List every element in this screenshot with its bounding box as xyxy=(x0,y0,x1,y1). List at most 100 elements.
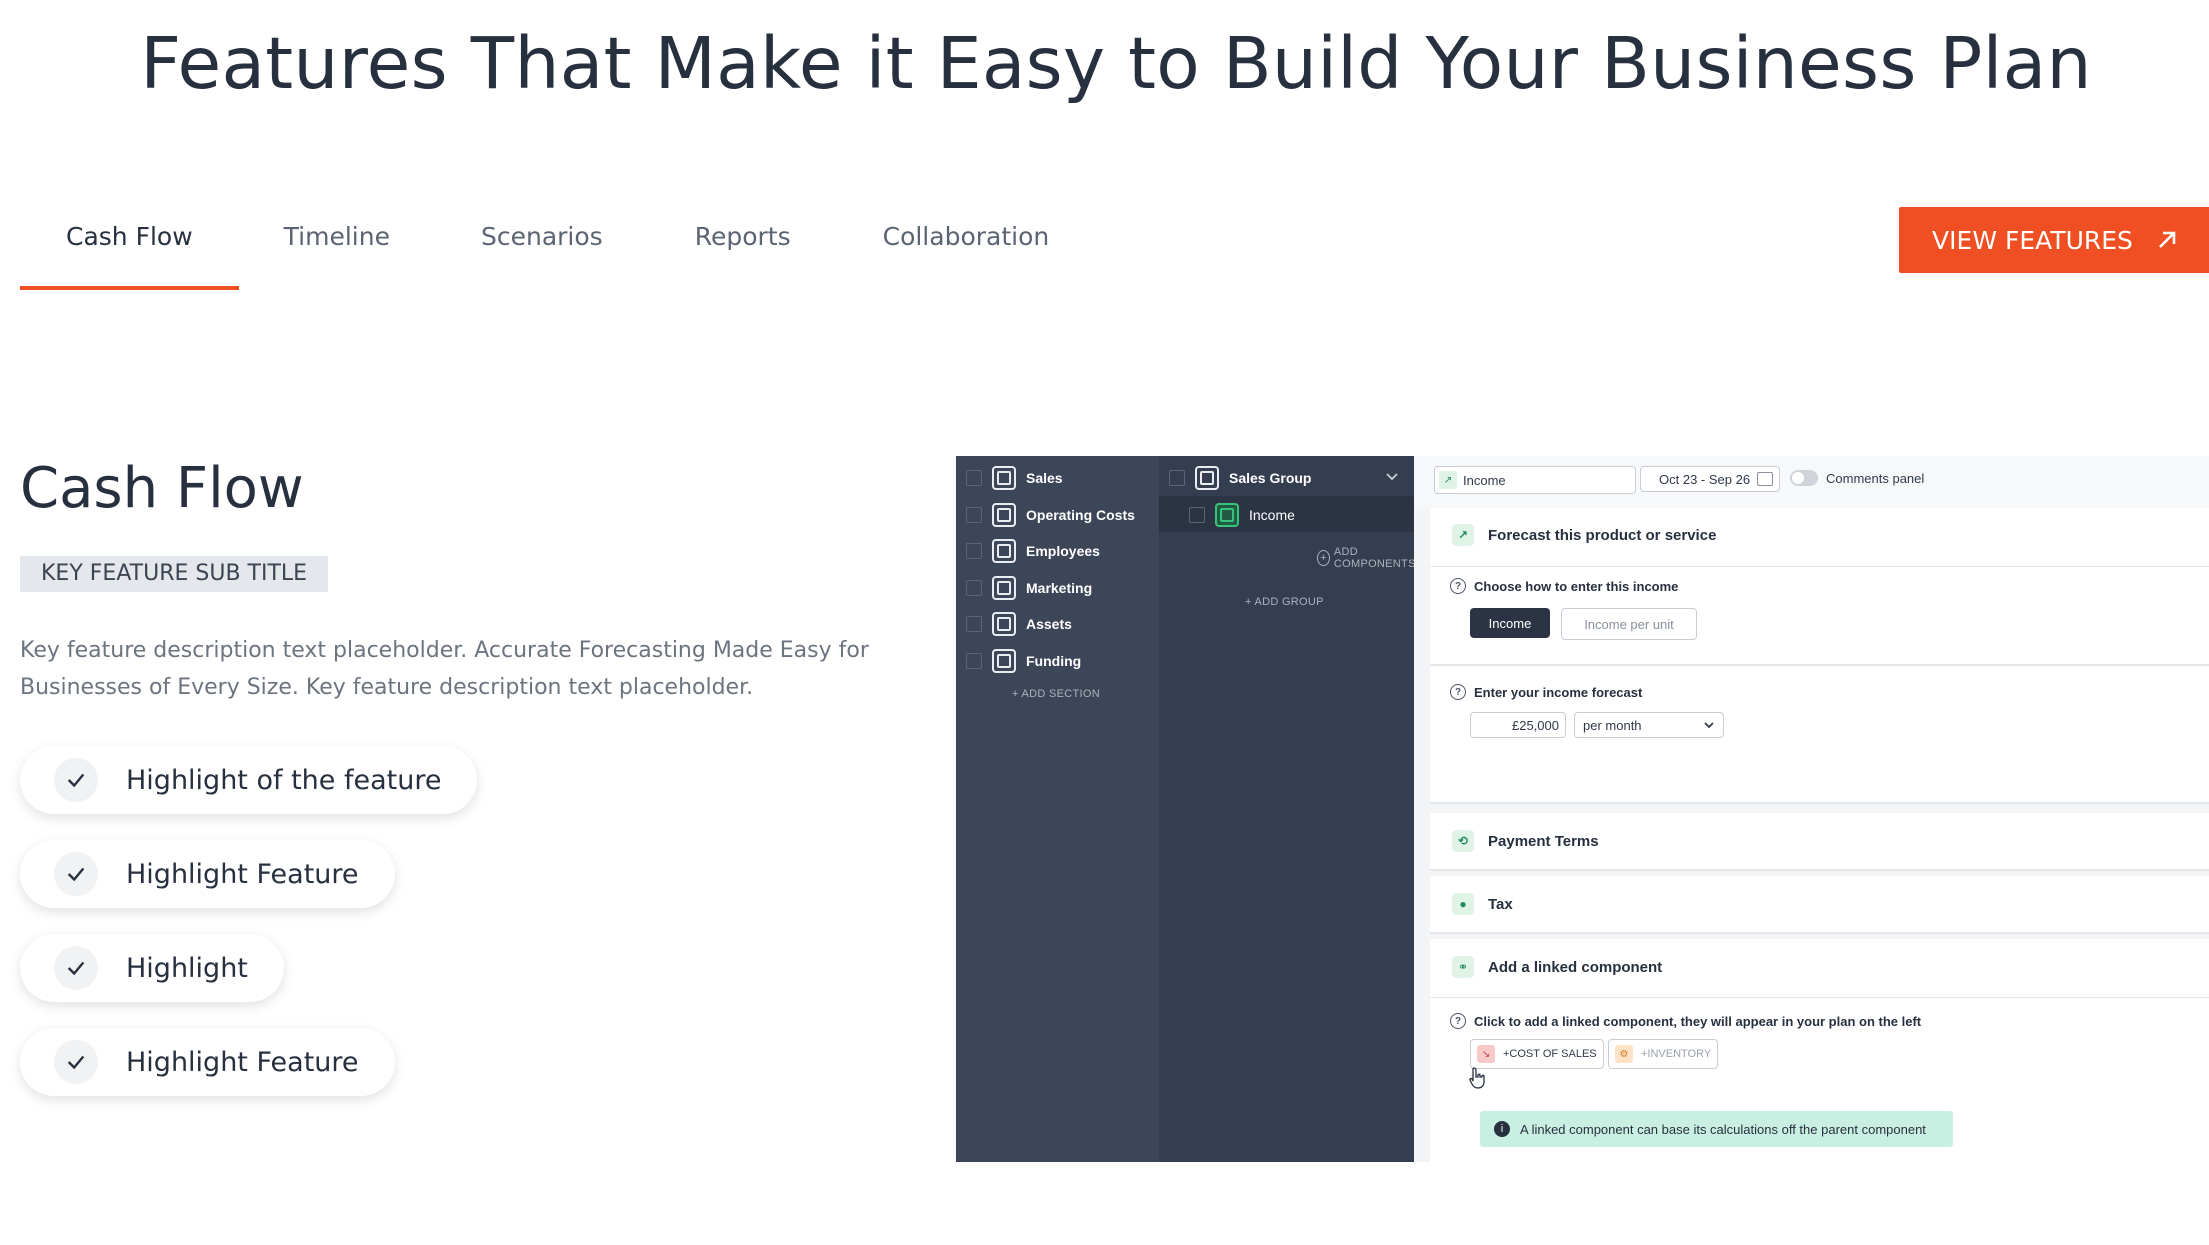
component-editor: ↗ Income Oct 23 - Sep 26 Comments panel … xyxy=(1414,456,2209,1162)
group-panel: Sales Group Income + ADD COMPONENTS + ADD… xyxy=(1159,456,1415,1162)
checkbox xyxy=(966,543,982,559)
section-item-sales: Sales xyxy=(966,466,1063,490)
payment-terms-card: ⟲ Payment Terms xyxy=(1430,813,2209,871)
forecast-title: ↗ Forecast this product or service xyxy=(1452,524,1716,546)
linked-hint: ? Click to add a linked component, they w… xyxy=(1450,1013,1921,1029)
tab-collaboration[interactable]: Collaboration xyxy=(837,206,1096,286)
section-label: Assets xyxy=(1026,616,1072,632)
amount-field: £25,000 xyxy=(1470,712,1566,738)
section-item-funding: Funding xyxy=(966,649,1081,673)
tax-card: ● Tax xyxy=(1430,876,2209,934)
highlight-item: Highlight Feature xyxy=(20,1028,395,1096)
view-features-label: VIEW FEATURES xyxy=(1932,225,2133,255)
section-item-employees: Employees xyxy=(966,539,1100,563)
item-label: Income xyxy=(1249,507,1295,523)
chip-label: +INVENTORY xyxy=(1641,1048,1712,1060)
tab-timeline[interactable]: Timeline xyxy=(239,206,435,286)
plus-circle-icon: + xyxy=(1317,550,1330,566)
enter-label: ? Enter your income forecast xyxy=(1450,684,1642,700)
folder-icon xyxy=(992,466,1016,490)
income-field-value: Income xyxy=(1463,472,1506,488)
folder-icon xyxy=(1195,466,1219,490)
checkbox xyxy=(966,470,982,486)
payment-terms-title: ⟲ Payment Terms xyxy=(1452,830,1599,852)
check-icon xyxy=(54,758,98,802)
trend-icon: ↗ xyxy=(1439,471,1457,489)
checkbox xyxy=(966,653,982,669)
arrow-up-right-icon xyxy=(2159,231,2176,248)
tab-cash-flow[interactable]: Cash Flow xyxy=(20,206,239,290)
help-icon: ? xyxy=(1450,684,1466,700)
add-group-link: + ADD GROUP xyxy=(1245,596,1324,608)
chevron-down-icon xyxy=(1704,722,1714,729)
feature-subtitle: KEY FEATURE SUB TITLE xyxy=(20,556,329,592)
payment-terms-label: Payment Terms xyxy=(1488,832,1599,850)
view-features-button[interactable]: VIEW FEATURES xyxy=(1899,207,2209,273)
section-label: Sales xyxy=(1026,470,1063,486)
income-option: Income xyxy=(1470,608,1550,638)
income-per-unit-option: Income per unit xyxy=(1561,608,1697,640)
folder-icon xyxy=(992,539,1016,563)
hand-cursor-icon xyxy=(1469,1067,1485,1089)
comments-label: Comments panel xyxy=(1826,470,1925,486)
money-bag-icon: ● xyxy=(1452,893,1474,915)
check-icon xyxy=(54,1040,98,1084)
chevron-down-icon xyxy=(1386,473,1398,481)
editor-topbar: ↗ Income Oct 23 - Sep 26 Comments panel xyxy=(1414,456,2209,508)
info-text: A linked component can base its calculat… xyxy=(1520,1121,1926,1137)
chip-label: +COST OF SALES xyxy=(1503,1048,1597,1060)
feature-description: Key feature description text placeholder… xyxy=(20,638,869,700)
comments-toggle: Comments panel xyxy=(1790,470,1924,486)
enter-label-text: Enter your income forecast xyxy=(1474,684,1643,700)
folder-icon xyxy=(992,649,1016,673)
group-item-income: Income xyxy=(1189,503,1295,527)
add-components-label: ADD COMPONENTS xyxy=(1333,546,1416,570)
tab-scenarios[interactable]: Scenarios xyxy=(435,206,649,286)
folder-icon xyxy=(992,576,1016,600)
toggle-switch xyxy=(1790,470,1818,486)
add-section-link: + ADD SECTION xyxy=(1012,688,1100,700)
chart-icon xyxy=(1215,503,1239,527)
sections-sidebar: Sales Operating Costs Employees Marketin… xyxy=(956,456,1159,1162)
tax-title: ● Tax xyxy=(1452,893,1513,915)
folder-icon xyxy=(992,612,1016,636)
linked-info-banner: i A linked component can base its calcul… xyxy=(1480,1111,1953,1147)
linked-hint-text: Click to add a linked component, they wi… xyxy=(1474,1013,1922,1029)
linked-title-label: Add a linked component xyxy=(1488,958,1663,976)
date-range-field: Oct 23 - Sep 26 xyxy=(1640,466,1780,492)
tab-reports[interactable]: Reports xyxy=(649,206,837,286)
check-icon xyxy=(54,946,98,990)
page-title: Features That Make it Easy to Build Your… xyxy=(140,22,2092,105)
inventory-chip: ⚙ +INVENTORY xyxy=(1608,1039,1719,1069)
group-label: Sales Group xyxy=(1229,470,1312,486)
highlight-label: Highlight xyxy=(126,952,248,984)
forecast-title-label: Forecast this product or service xyxy=(1488,526,1717,544)
checkbox xyxy=(1169,470,1185,486)
section-item-operating-costs: Operating Costs xyxy=(966,503,1135,527)
checkbox xyxy=(966,580,982,596)
income-name-field: ↗ Income xyxy=(1434,466,1636,494)
highlight-label: Highlight of the feature xyxy=(126,764,442,796)
forecast-card: ↗ Forecast this product or service ? Choos… xyxy=(1430,508,2209,804)
checkbox xyxy=(966,507,982,523)
help-icon: ? xyxy=(1450,1013,1466,1029)
checkbox xyxy=(1189,507,1205,523)
help-icon: ? xyxy=(1450,578,1466,594)
info-icon: i xyxy=(1494,1121,1510,1137)
highlight-item: Highlight of the feature xyxy=(20,746,478,814)
payment-icon: ⟲ xyxy=(1452,830,1474,852)
highlight-label: Highlight Feature xyxy=(126,1046,359,1078)
section-label: Marketing xyxy=(1026,580,1093,596)
feature-tabs: Cash Flow Timeline Scenarios Reports Col… xyxy=(20,206,1095,290)
highlight-label: Highlight Feature xyxy=(126,858,359,890)
feature-heading: Cash Flow xyxy=(20,456,304,521)
section-label: Employees xyxy=(1026,543,1100,559)
period-value: per month xyxy=(1583,717,1642,733)
period-select: per month xyxy=(1574,712,1724,738)
section-item-assets: Assets xyxy=(966,612,1072,636)
trend-down-icon: ↘ xyxy=(1477,1045,1495,1063)
choose-label-text: Choose how to enter this income xyxy=(1474,578,1679,594)
highlight-item: Highlight Feature xyxy=(20,840,395,908)
linked-title: ⚭ Add a linked component xyxy=(1452,956,1662,978)
date-range-value: Oct 23 - Sep 26 xyxy=(1659,471,1751,487)
